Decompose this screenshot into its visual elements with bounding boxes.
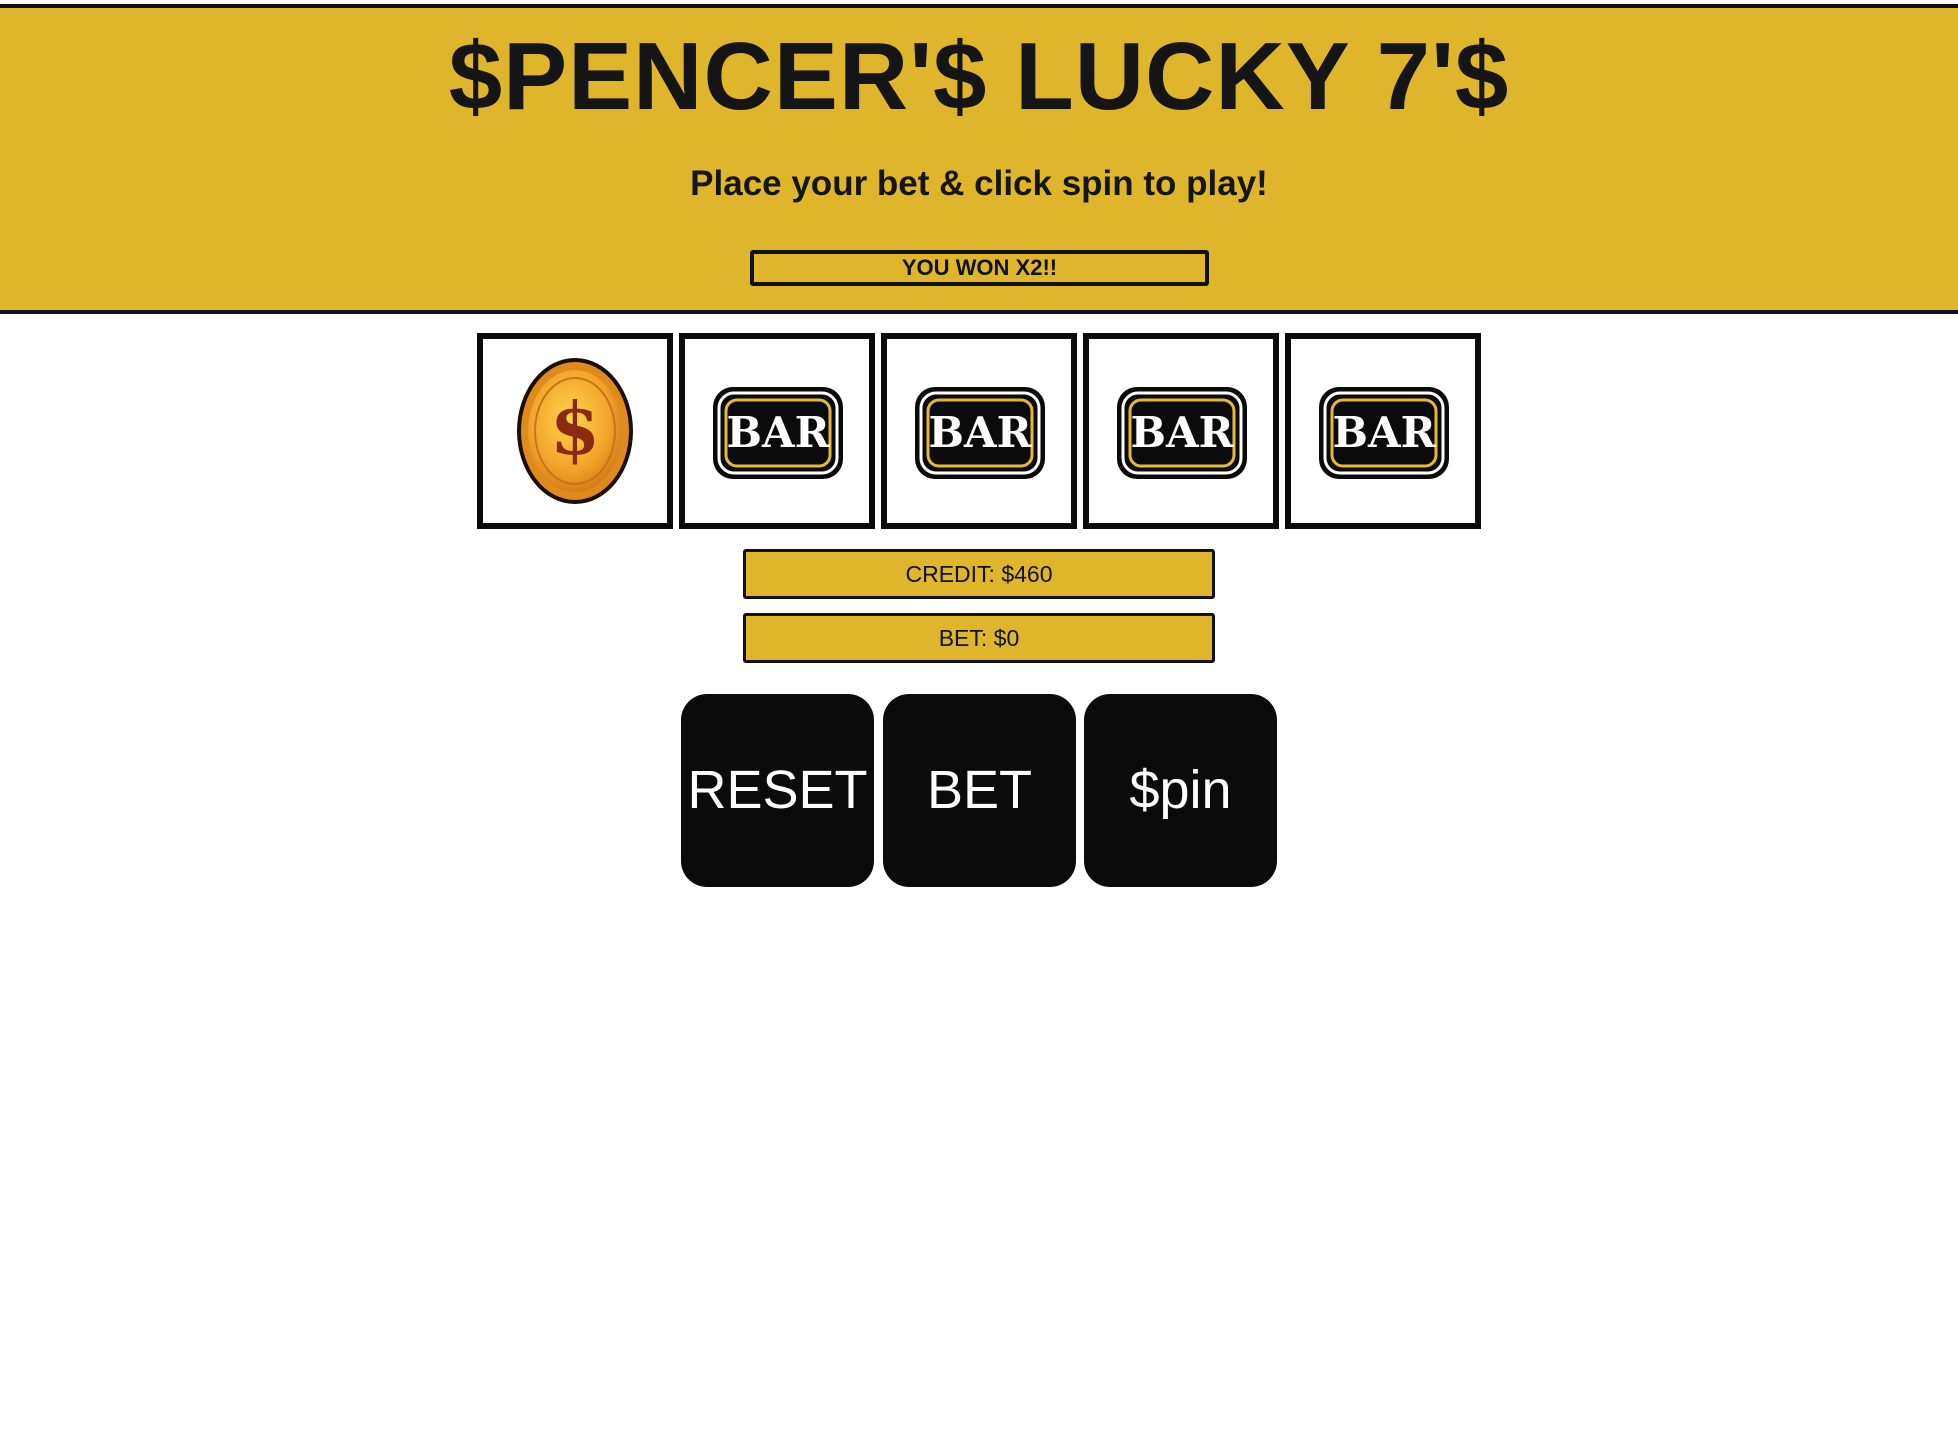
svg-text:BAR: BAR [727, 408, 831, 457]
bet-button[interactable]: BET [883, 694, 1076, 887]
reset-button[interactable]: RESET [681, 694, 874, 887]
reel-4: BAR [1083, 333, 1279, 529]
game-header: $PENCER'$ LUCKY 7'$ Place your bet & cli… [0, 4, 1958, 314]
game-title: $PENCER'$ LUCKY 7'$ [448, 23, 1510, 130]
svg-text:BAR: BAR [1131, 408, 1235, 457]
dollar-coin-icon: $ [517, 358, 633, 504]
reel-3: BAR [881, 333, 1077, 529]
result-message: YOU WON X2!! [750, 250, 1209, 286]
reel-2: BAR [679, 333, 875, 529]
bar-icon: BAR [1117, 387, 1247, 479]
bar-icon: BAR [1319, 387, 1449, 479]
spin-button[interactable]: $pin [1084, 694, 1277, 887]
game-instructions: Place your bet & click spin to play! [690, 164, 1268, 203]
svg-text:$: $ [550, 386, 600, 471]
reel-5: BAR [1285, 333, 1481, 529]
bar-icon: BAR [915, 387, 1045, 479]
bet-display: BET: $0 [743, 613, 1215, 663]
reel-1: $ [477, 333, 673, 529]
credit-display: CREDIT: $460 [743, 549, 1215, 599]
svg-text:BAR: BAR [929, 408, 1033, 457]
bar-icon: BAR [713, 387, 843, 479]
svg-text:BAR: BAR [1333, 408, 1437, 457]
